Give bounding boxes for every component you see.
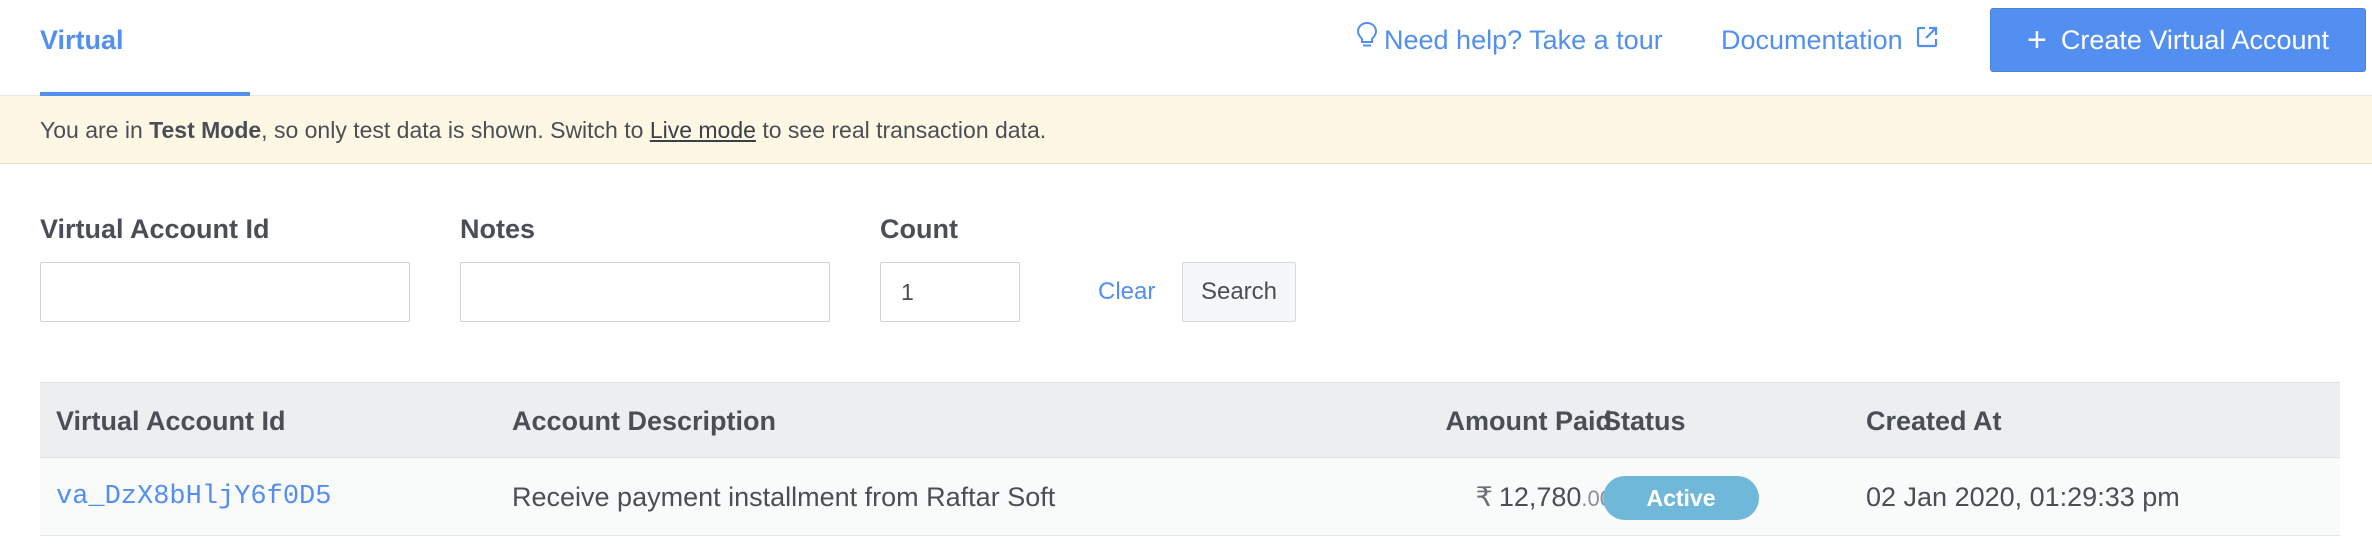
documentation-label: Documentation bbox=[1721, 25, 1903, 55]
external-link-icon bbox=[1915, 18, 1939, 62]
plus-icon: + bbox=[2026, 21, 2047, 59]
banner-prefix: You are in bbox=[40, 117, 150, 143]
banner-mode: Test Mode bbox=[149, 117, 262, 143]
amount-paid: ₹12,780.00 bbox=[1370, 458, 1612, 536]
column-header-created-at[interactable]: Created At bbox=[1866, 383, 2002, 459]
test-mode-banner: You are in Test Mode, so only test data … bbox=[0, 96, 2372, 164]
documentation-link[interactable]: Documentation bbox=[1721, 18, 1939, 62]
status-badge: Active bbox=[1603, 476, 1759, 520]
va-id-link[interactable]: va_DzX8bHljY6f0D5 bbox=[56, 458, 331, 536]
help-link-label: Need help? Take a tour bbox=[1384, 25, 1663, 55]
account-description: Receive payment installment from Raftar … bbox=[512, 482, 1056, 512]
search-button[interactable]: Search bbox=[1182, 262, 1296, 322]
tab-virtual-accounts[interactable]: Virtual Accounts bbox=[40, 0, 250, 135]
column-header-amount-paid[interactable]: Amount Paid bbox=[1410, 383, 1613, 459]
live-mode-link[interactable]: Live mode bbox=[650, 117, 756, 143]
column-header-description[interactable]: Account Description bbox=[512, 383, 776, 459]
column-header-va-id[interactable]: Virtual Account Id bbox=[56, 383, 286, 459]
notes-filter-input[interactable] bbox=[460, 262, 830, 322]
notes-filter-label: Notes bbox=[460, 214, 536, 244]
virtual-accounts-table: Virtual Account Id Account Description A… bbox=[40, 382, 2340, 544]
count-filter-label: Count bbox=[880, 214, 958, 244]
banner-middle: , so only test data is shown. Switch to bbox=[261, 117, 650, 143]
clear-button[interactable]: Clear bbox=[1098, 262, 1155, 322]
create-virtual-account-button[interactable]: + Create Virtual Account bbox=[1990, 8, 2366, 72]
column-header-status[interactable]: Status bbox=[1603, 383, 1686, 459]
lightbulb-icon bbox=[1356, 18, 1378, 62]
currency-symbol: ₹ bbox=[1475, 482, 1493, 512]
count-filter-input[interactable] bbox=[880, 262, 1020, 322]
page-header: Virtual Accounts Need help? Take a tour … bbox=[0, 0, 2372, 135]
banner-suffix: to see real transaction data. bbox=[755, 117, 1047, 143]
va-id-filter-input[interactable] bbox=[40, 262, 410, 322]
va-id-filter-label: Virtual Account Id bbox=[40, 214, 270, 244]
created-at: 02 Jan 2020, 01:29:33 pm bbox=[1866, 482, 2180, 512]
amount-main: 12,780 bbox=[1498, 482, 1582, 512]
table-row[interactable]: va_DzX8bHljY6f0D5 Receive payment instal… bbox=[40, 458, 2340, 536]
help-tour-link[interactable]: Need help? Take a tour bbox=[1356, 18, 1663, 62]
create-button-label: Create Virtual Account bbox=[2060, 24, 2329, 55]
table-header: Virtual Account Id Account Description A… bbox=[40, 382, 2340, 458]
